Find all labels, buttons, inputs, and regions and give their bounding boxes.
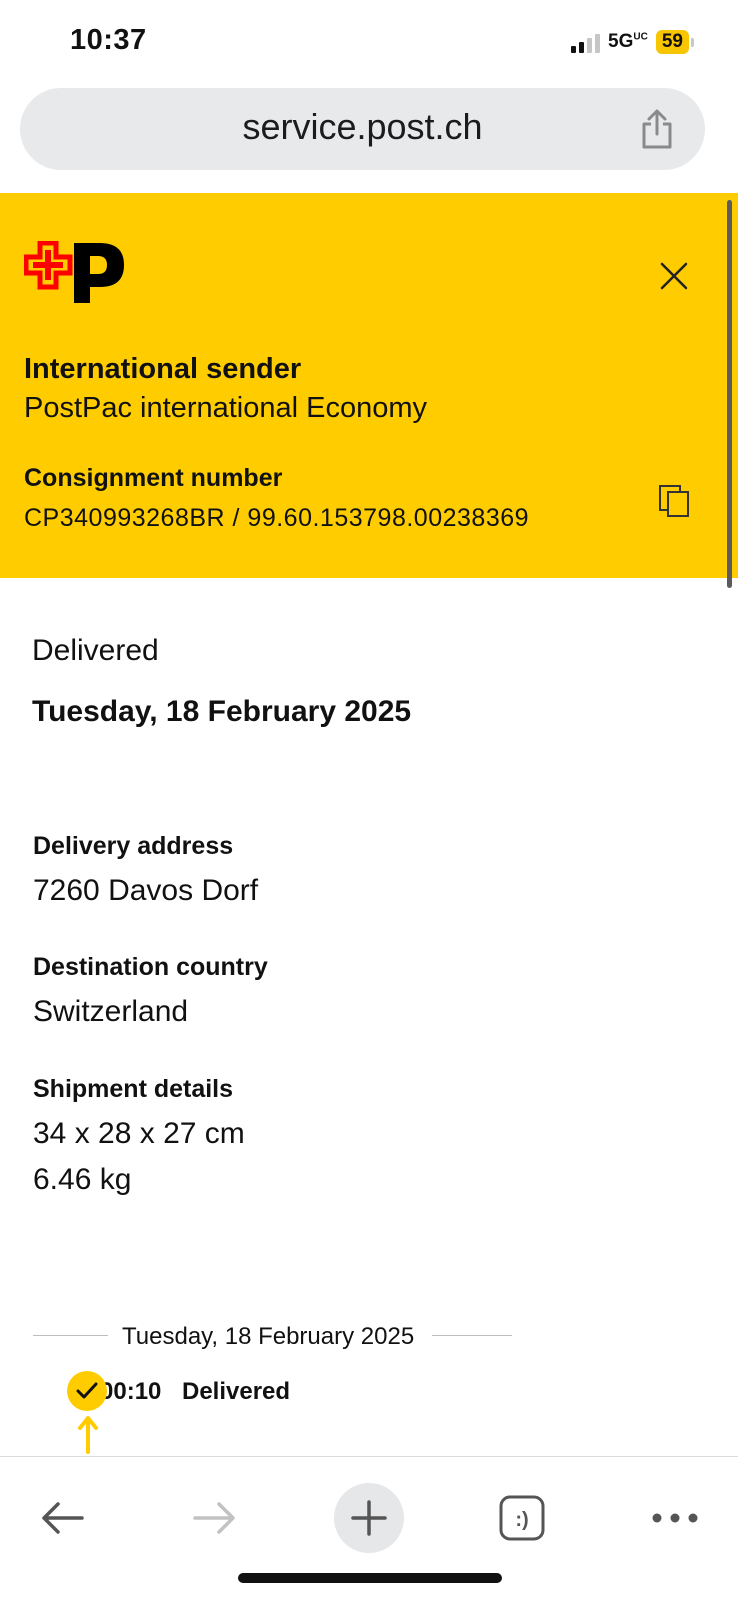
tabs-button[interactable]: :)	[487, 1483, 557, 1553]
timeline-divider-right	[432, 1335, 512, 1336]
home-indicator[interactable]	[238, 1573, 502, 1583]
delivery-address-label: Delivery address	[33, 832, 234, 860]
copy-icon[interactable]	[658, 484, 692, 518]
timeline-event-time: 00:10	[100, 1378, 162, 1405]
delivery-address-value: 7260 Davos Dorf	[33, 874, 259, 907]
forward-button[interactable]	[180, 1483, 250, 1553]
battery-icon: 59	[655, 30, 694, 54]
svg-text::): :)	[515, 1509, 528, 1531]
battery-level: 59	[655, 30, 689, 54]
share-icon[interactable]	[637, 108, 677, 150]
sender-title: International sender	[24, 353, 302, 385]
consignment-number: CP340993268BR / 99.60.153798.00238369	[24, 504, 530, 532]
tabs-smiley-icon: :)	[499, 1495, 545, 1541]
back-arrow-icon	[42, 1502, 84, 1534]
destination-country-value: Switzerland	[33, 995, 189, 1028]
sender-service: PostPac international Economy	[24, 392, 427, 424]
url-text[interactable]: service.post.ch	[20, 106, 705, 148]
back-button[interactable]	[27, 1483, 97, 1553]
destination-country-label: Destination country	[33, 953, 268, 981]
more-dots-icon	[652, 1513, 698, 1523]
check-icon	[67, 1371, 107, 1411]
signal-icon	[571, 31, 601, 53]
plus-icon	[351, 1500, 387, 1536]
status-time: 10:37	[70, 24, 147, 56]
more-options-button[interactable]	[640, 1483, 710, 1553]
forward-arrow-icon	[193, 1502, 235, 1534]
close-icon[interactable]	[660, 262, 688, 290]
delivery-date: Tuesday, 18 February 2025	[32, 695, 412, 728]
shipment-weight: 6.46 kg	[33, 1163, 132, 1196]
consignment-label: Consignment number	[24, 464, 283, 492]
timeline-date: Tuesday, 18 February 2025	[122, 1323, 415, 1350]
arrow-up-icon	[78, 1416, 98, 1454]
scrollbar[interactable]	[727, 200, 732, 588]
delivery-status: Delivered	[32, 634, 159, 667]
timeline-divider-left	[33, 1335, 108, 1336]
status-indicators: 5GUC 59	[571, 30, 694, 54]
swiss-post-logo	[24, 241, 124, 303]
address-bar[interactable]: service.post.ch	[20, 88, 705, 170]
network-type: 5GUC	[608, 31, 648, 52]
shipment-dimensions: 34 x 28 x 27 cm	[33, 1117, 245, 1150]
timeline-event-label: Delivered	[182, 1378, 291, 1405]
new-tab-button[interactable]	[334, 1483, 404, 1553]
shipment-details-label: Shipment details	[33, 1075, 234, 1103]
